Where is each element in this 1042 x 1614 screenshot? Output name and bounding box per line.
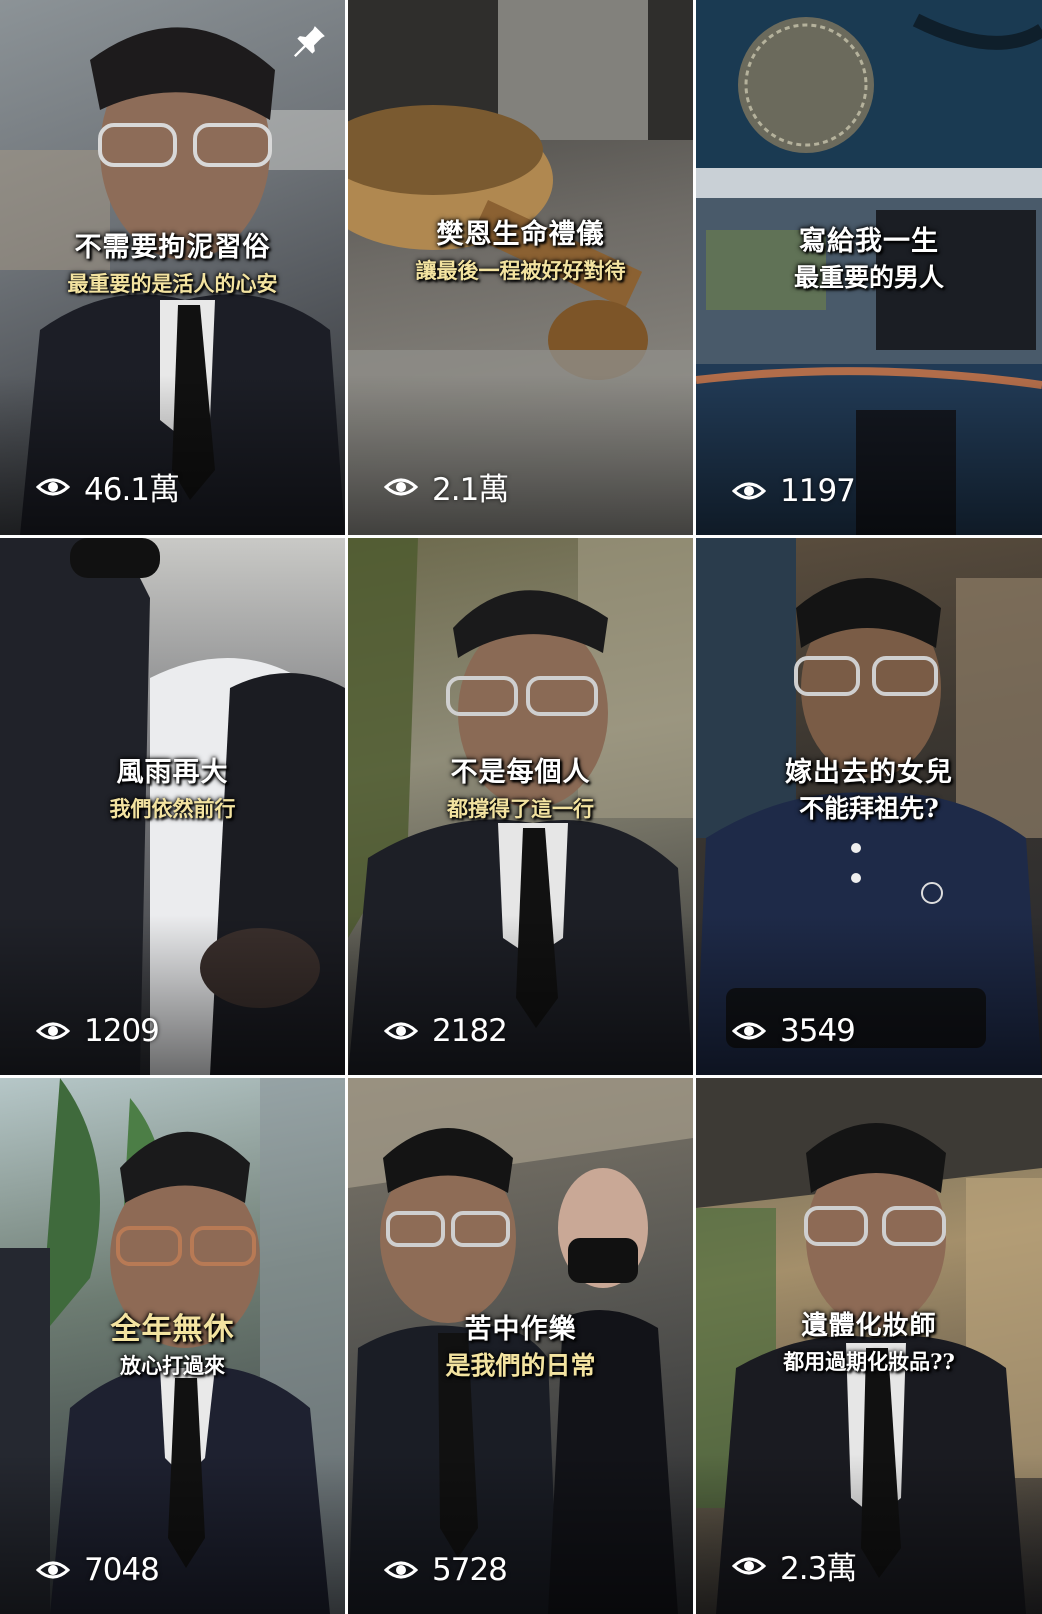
bottom-gradient [348,915,693,1075]
video-tile-1[interactable]: 不需要拘泥習俗 最重要的是活人的心安 46.1萬 [0,0,345,535]
caption-title: 樊恩生命禮儀 [436,219,605,250]
bottom-gradient [696,375,1042,535]
bottom-gradient [696,1454,1042,1614]
bottom-gradient [696,915,1042,1075]
caption-subtitle: 讓最後一程被好好對待 [415,258,626,283]
view-count-value: 46.1萬 [84,472,180,508]
video-caption: 寫給我一生 最重要的男人 [696,222,1042,294]
view-count: 2.1萬 [384,464,509,509]
caption-subtitle: 放心打過來 [120,1353,225,1378]
eye-icon [36,478,70,495]
view-count-value: 1197 [780,473,856,509]
pin-icon [289,22,329,62]
view-count: 46.1萬 [36,464,180,509]
view-count: 3549 [732,1013,856,1049]
view-count: 2182 [384,1013,508,1049]
caption-title: 風雨再大 [116,757,229,788]
eye-icon [36,1561,70,1579]
view-count-value: 5728 [432,1552,508,1588]
eye-icon [732,482,766,500]
video-tile-3[interactable]: 寫給我一生 最重要的男人 1197 [696,0,1042,535]
video-caption: 苦中作樂 是我們的日常 [348,1310,693,1382]
eye-icon [36,1022,70,1040]
view-count: 2.3萬 [732,1543,857,1588]
bottom-gradient [0,915,345,1075]
eye-icon [732,1022,766,1040]
video-caption: 遺體化妝師 都用過期化妝品?? [696,1306,1042,1378]
caption-subtitle: 都撐得了這一行 [447,796,594,821]
caption-title: 嫁出去的女兒 [785,757,953,788]
video-tile-7[interactable]: 全年無休 放心打過來 7048 [0,1078,345,1614]
video-tile-8[interactable]: 苦中作樂 是我們的日常 5728 [348,1078,693,1614]
caption-subtitle: 都用過期化妝品?? [783,1349,955,1374]
caption-title: 不是每個人 [450,757,591,788]
bottom-gradient [0,1454,345,1614]
video-caption: 不是每個人 都撐得了這一行 [348,753,693,825]
video-caption: 樊恩生命禮儀 讓最後一程被好好對待 [348,215,693,287]
video-tile-6[interactable]: 嫁出去的女兒 不能拜祖先? 3549 [696,538,1042,1075]
bottom-gradient [0,375,345,535]
caption-subtitle: 最重要的男人 [793,263,944,292]
video-caption: 嫁出去的女兒 不能拜祖先? [696,753,1042,825]
view-count: 7048 [36,1552,160,1588]
video-caption: 全年無休 放心打過來 [0,1310,345,1382]
video-caption: 風雨再大 我們依然前行 [0,753,345,825]
view-count-value: 7048 [84,1552,160,1588]
caption-title: 寫給我一生 [799,226,939,257]
caption-title: 遺體化妝師 [801,1311,937,1341]
eye-icon [732,1557,766,1574]
caption-title: 苦中作樂 [464,1314,577,1345]
video-tile-4[interactable]: 風雨再大 我們依然前行 1209 [0,538,345,1075]
view-count-value: 2.3萬 [780,1551,857,1587]
caption-title: 全年無休 [110,1312,235,1347]
eye-icon [384,478,418,495]
video-caption: 不需要拘泥習俗 最重要的是活人的心安 [0,228,345,300]
caption-subtitle: 不能拜祖先? [799,794,939,823]
view-count: 1197 [732,473,856,509]
caption-subtitle: 是我們的日常 [445,1351,596,1380]
caption-subtitle: 最重要的是活人的心安 [67,271,278,296]
view-count-value: 3549 [780,1013,856,1049]
caption-title: 不需要拘泥習俗 [74,232,271,263]
eye-icon [384,1561,418,1579]
video-tile-9[interactable]: 遺體化妝師 都用過期化妝品?? 2.3萬 [696,1078,1042,1614]
bottom-gradient [348,375,693,535]
video-grid: 不需要拘泥習俗 最重要的是活人的心安 46.1萬 樊恩生命禮儀 讓最後一程被好好… [0,0,1042,1614]
view-count-value: 2182 [432,1013,508,1049]
view-count-value: 2.1萬 [432,472,509,508]
view-count: 5728 [384,1552,508,1588]
bottom-gradient [348,1454,693,1614]
eye-icon [384,1022,418,1040]
video-tile-5[interactable]: 不是每個人 都撐得了這一行 2182 [348,538,693,1075]
view-count: 1209 [36,1013,160,1049]
view-count-value: 1209 [84,1013,160,1049]
caption-subtitle: 我們依然前行 [109,796,236,821]
video-tile-2[interactable]: 樊恩生命禮儀 讓最後一程被好好對待 2.1萬 [348,0,693,535]
